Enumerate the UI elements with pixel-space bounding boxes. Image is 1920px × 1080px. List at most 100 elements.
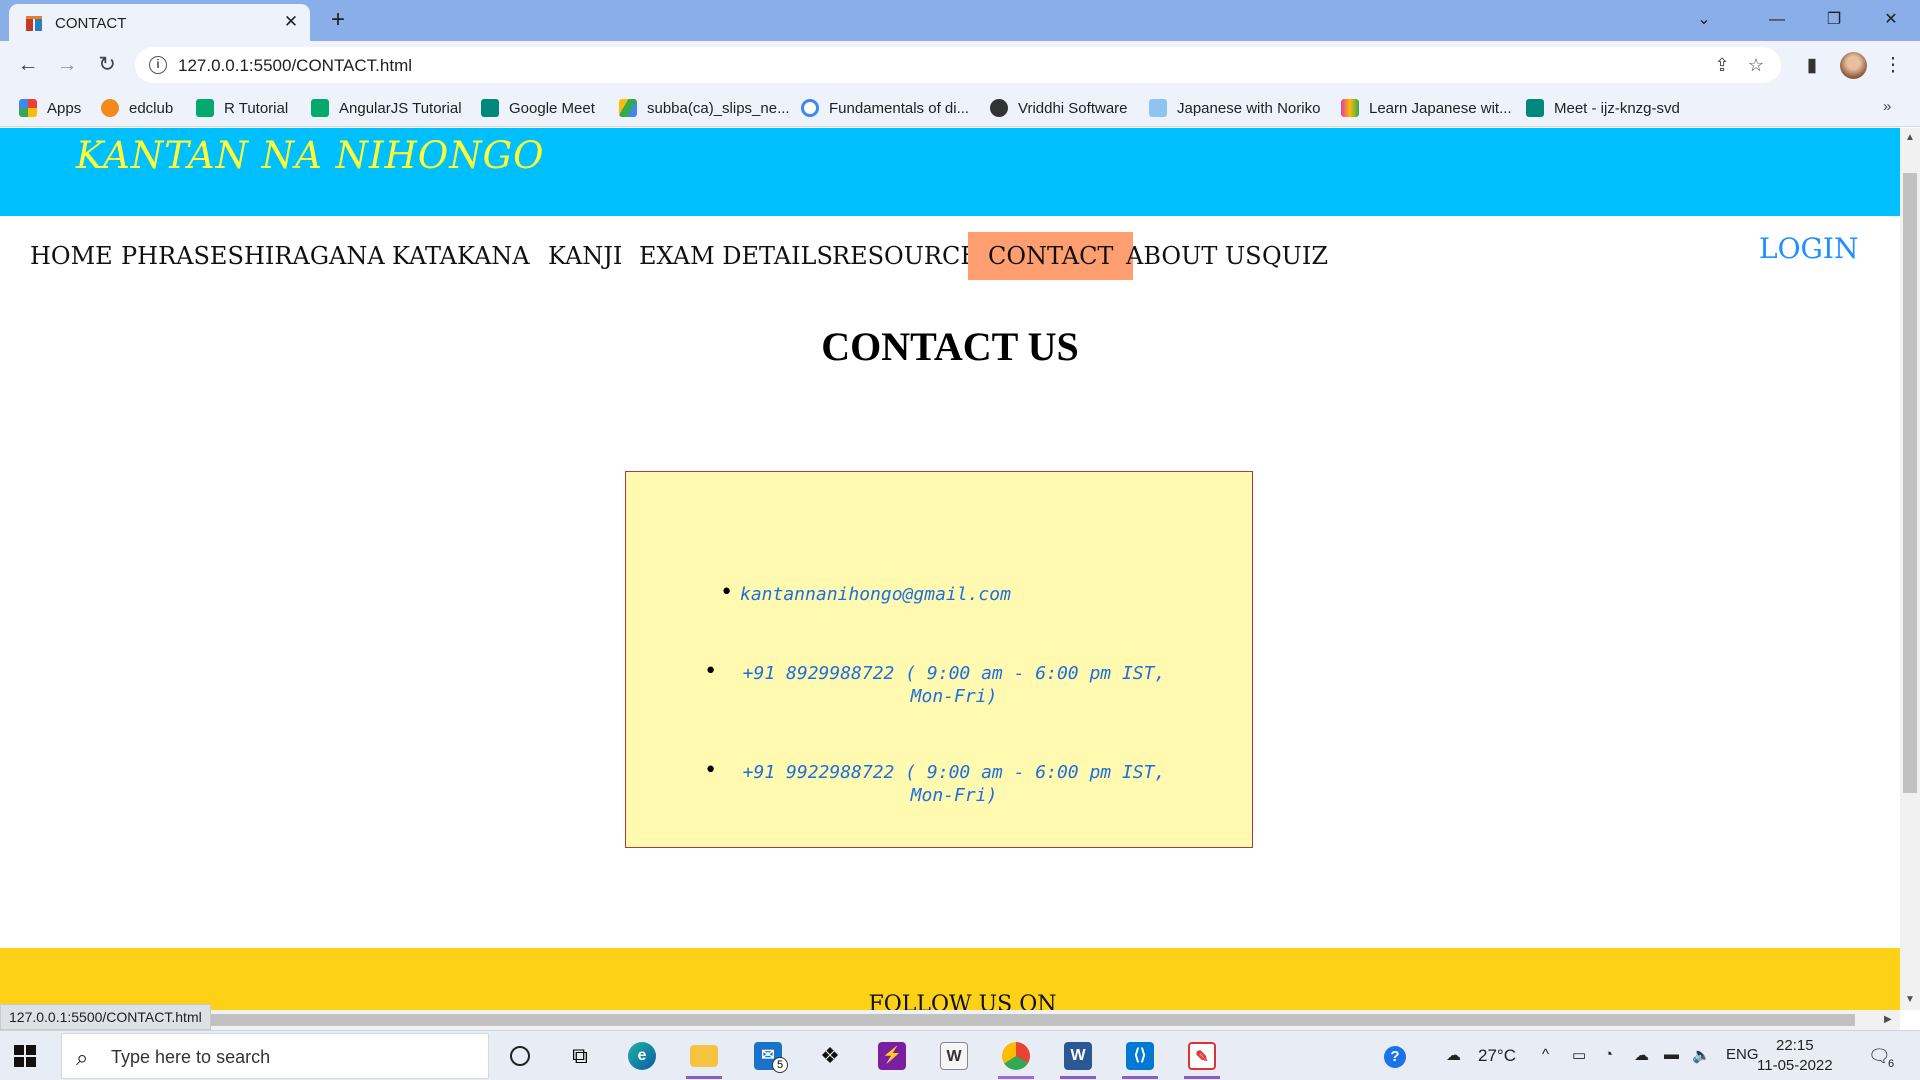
paint-icon[interactable]: ✎ bbox=[1182, 1037, 1222, 1079]
restore-icon[interactable]: ❐ bbox=[1816, 6, 1852, 34]
contact-phone-2[interactable]: +91 9922988722 ( 9:00 am - 6:00 pm IST, … bbox=[704, 759, 1184, 807]
google-meet-icon bbox=[1526, 99, 1544, 117]
login-link[interactable]: LOGIN bbox=[1759, 232, 1858, 265]
reload-icon[interactable]: ↻ bbox=[94, 53, 120, 79]
help-icon[interactable]: ? bbox=[1384, 1046, 1406, 1068]
bookmark-learn-japanese[interactable]: Learn Japanese wit... bbox=[1341, 97, 1512, 119]
power-apps-icon[interactable]: ⚡ bbox=[872, 1037, 912, 1075]
bookmark-meet-ijz[interactable]: Meet - ijz-knzg-svd bbox=[1526, 97, 1680, 119]
podcast-icon bbox=[1341, 99, 1359, 117]
link-status-bubble: 127.0.0.1:5500/CONTACT.html bbox=[0, 1004, 211, 1030]
scroll-down-icon[interactable]: ▼ bbox=[1905, 994, 1915, 1005]
google-icon bbox=[801, 99, 819, 117]
tab-title: CONTACT bbox=[55, 15, 127, 32]
contact-phone-1[interactable]: +91 8929988722 ( 9:00 am - 6:00 pm IST, … bbox=[704, 660, 1184, 708]
profile-avatar[interactable] bbox=[1840, 52, 1867, 79]
bookmark-r-tutorial[interactable]: R Tutorial bbox=[196, 97, 288, 119]
horizontal-scroll-thumb[interactable] bbox=[30, 1014, 1855, 1026]
meet-now-icon[interactable]: ▭ bbox=[1572, 1046, 1586, 1064]
side-panel-icon[interactable]: ▮ bbox=[1799, 53, 1825, 79]
bookmark-google-meet[interactable]: Google Meet bbox=[481, 97, 595, 119]
bookmark-vriddhi[interactable]: Vriddhi Software bbox=[990, 97, 1128, 119]
menu-kebab-icon[interactable]: ⋮ bbox=[1880, 53, 1906, 79]
search-icon: ⌕ bbox=[76, 1045, 89, 1070]
more-bookmarks-icon[interactable]: » bbox=[1883, 98, 1891, 115]
address-url[interactable]: 127.0.0.1:5500/CONTACT.html bbox=[178, 56, 412, 76]
vscode-icon[interactable]: ⟨⟩ bbox=[1120, 1037, 1160, 1079]
follow-us-heading: FOLLOW US ON bbox=[868, 992, 1057, 1010]
horizontal-scrollbar[interactable]: ▶ bbox=[0, 1010, 1900, 1030]
site-brand[interactable]: KANTAN NA NIHONGO bbox=[76, 134, 544, 177]
edge-icon[interactable]: e bbox=[622, 1037, 662, 1075]
google-meet-icon bbox=[481, 99, 499, 117]
network-icon[interactable]: ◔ bbox=[1604, 1046, 1613, 1063]
weather-temperature[interactable]: 27°C bbox=[1478, 1046, 1516, 1066]
bookmark-fundamentals[interactable]: Fundamentals of di... bbox=[801, 97, 969, 119]
bookmark-star-icon[interactable]: ☆ bbox=[1745, 54, 1767, 76]
notification-count: 6 bbox=[1888, 1058, 1895, 1070]
battery-icon[interactable]: ▬ bbox=[1664, 1046, 1679, 1063]
apps-grid-icon bbox=[19, 99, 37, 117]
bookmark-label: Meet - ijz-knzg-svd bbox=[1554, 99, 1680, 117]
site-icon bbox=[1149, 99, 1167, 117]
contact-email[interactable]: kantannanihongo@gmail.com bbox=[720, 581, 1200, 606]
tab-search-icon[interactable]: ⌄ bbox=[1686, 6, 1722, 34]
tray-expand-icon[interactable]: ^ bbox=[1542, 1046, 1549, 1063]
bookmark-apps[interactable]: Apps bbox=[19, 97, 81, 119]
scroll-up-icon[interactable]: ▲ bbox=[1905, 132, 1915, 143]
address-bar[interactable]: i 127.0.0.1:5500/CONTACT.html ⇪ ☆ bbox=[135, 47, 1781, 83]
word-icon[interactable]: W bbox=[1058, 1037, 1098, 1079]
system-clock[interactable]: 22:15 11-05-2022 bbox=[1757, 1036, 1833, 1076]
windows-taskbar: ⌕ Type here to search ⧉ e ✉ 5 ❖ ⚡ W W ⟨⟩ … bbox=[0, 1030, 1920, 1080]
mail-badge: 5 bbox=[772, 1057, 788, 1073]
language-indicator[interactable]: ENG bbox=[1726, 1046, 1759, 1063]
nav-hiragana[interactable]: HIRAGANA bbox=[240, 232, 389, 280]
nav-quiz[interactable]: QUIZ bbox=[1258, 232, 1332, 280]
google-drive-icon bbox=[619, 99, 637, 117]
w3schools-icon bbox=[196, 99, 214, 117]
browser-tab[interactable]: CONTACT ✕ bbox=[9, 4, 310, 41]
vertical-scroll-thumb[interactable] bbox=[1903, 173, 1917, 793]
onedrive-icon[interactable]: ☁ bbox=[1634, 1046, 1649, 1064]
nav-phrases[interactable]: PHRASES bbox=[117, 232, 248, 280]
chrome-icon[interactable] bbox=[996, 1037, 1036, 1079]
nav-home[interactable]: HOME bbox=[26, 232, 117, 280]
volume-icon[interactable]: 🔈 bbox=[1692, 1046, 1711, 1064]
mail-icon[interactable]: ✉ 5 bbox=[748, 1037, 788, 1075]
bookmark-edclub[interactable]: edclub bbox=[101, 97, 173, 119]
clock-time: 22:15 bbox=[1776, 1037, 1814, 1054]
scroll-right-icon[interactable]: ▶ bbox=[1884, 1014, 1892, 1025]
bookmark-japanese-noriko[interactable]: Japanese with Noriko bbox=[1149, 97, 1320, 119]
task-view-icon[interactable]: ⧉ bbox=[560, 1037, 600, 1075]
nav-katakana[interactable]: KATAKANA bbox=[388, 232, 534, 280]
nav-kanji[interactable]: KANJI bbox=[544, 232, 626, 280]
site-info-icon[interactable]: i bbox=[149, 56, 167, 74]
minimize-icon[interactable]: — bbox=[1759, 6, 1795, 34]
bookmarks-bar: Apps edclub R Tutorial AngularJS Tutoria… bbox=[0, 89, 1920, 127]
cortana-icon[interactable] bbox=[500, 1037, 540, 1075]
bookmark-angularjs-tutorial[interactable]: AngularJS Tutorial bbox=[311, 97, 462, 119]
edclub-icon bbox=[101, 99, 119, 117]
taskbar-search[interactable]: ⌕ Type here to search bbox=[61, 1033, 489, 1079]
bookmark-label: Learn Japanese wit... bbox=[1369, 99, 1512, 117]
file-explorer-icon[interactable] bbox=[684, 1037, 724, 1079]
close-window-icon[interactable]: ✕ bbox=[1873, 6, 1909, 34]
nav-exam-details[interactable]: EXAM DETAILS bbox=[635, 232, 837, 280]
back-icon[interactable]: ← bbox=[15, 53, 41, 79]
site-footer: FOLLOW US ON bbox=[0, 948, 1900, 1010]
dropbox-icon[interactable]: ❖ bbox=[810, 1037, 850, 1075]
new-tab-icon[interactable]: + bbox=[326, 8, 350, 32]
nav-about-us[interactable]: ABOUT US bbox=[1122, 232, 1266, 280]
browser-toolbar: ← → ↻ i 127.0.0.1:5500/CONTACT.html ⇪ ☆ … bbox=[0, 41, 1920, 89]
windows-start-icon[interactable] bbox=[14, 1045, 36, 1067]
forward-icon[interactable]: → bbox=[54, 53, 80, 79]
nav-contact[interactable]: CONTACT bbox=[968, 232, 1134, 280]
weather-cloud-icon[interactable]: ☁ bbox=[1446, 1046, 1461, 1064]
site-header: KANTAN NA NIHONGO bbox=[0, 128, 1900, 216]
bookmark-subba-slips[interactable]: subba(ca)_slips_ne... bbox=[619, 97, 790, 119]
wikipedia-icon[interactable]: W bbox=[934, 1037, 974, 1075]
bookmark-label: R Tutorial bbox=[224, 99, 289, 117]
share-icon[interactable]: ⇪ bbox=[1711, 54, 1733, 76]
close-tab-icon[interactable]: ✕ bbox=[281, 12, 301, 32]
vertical-scrollbar[interactable]: ▲ ▼ bbox=[1900, 128, 1920, 1010]
